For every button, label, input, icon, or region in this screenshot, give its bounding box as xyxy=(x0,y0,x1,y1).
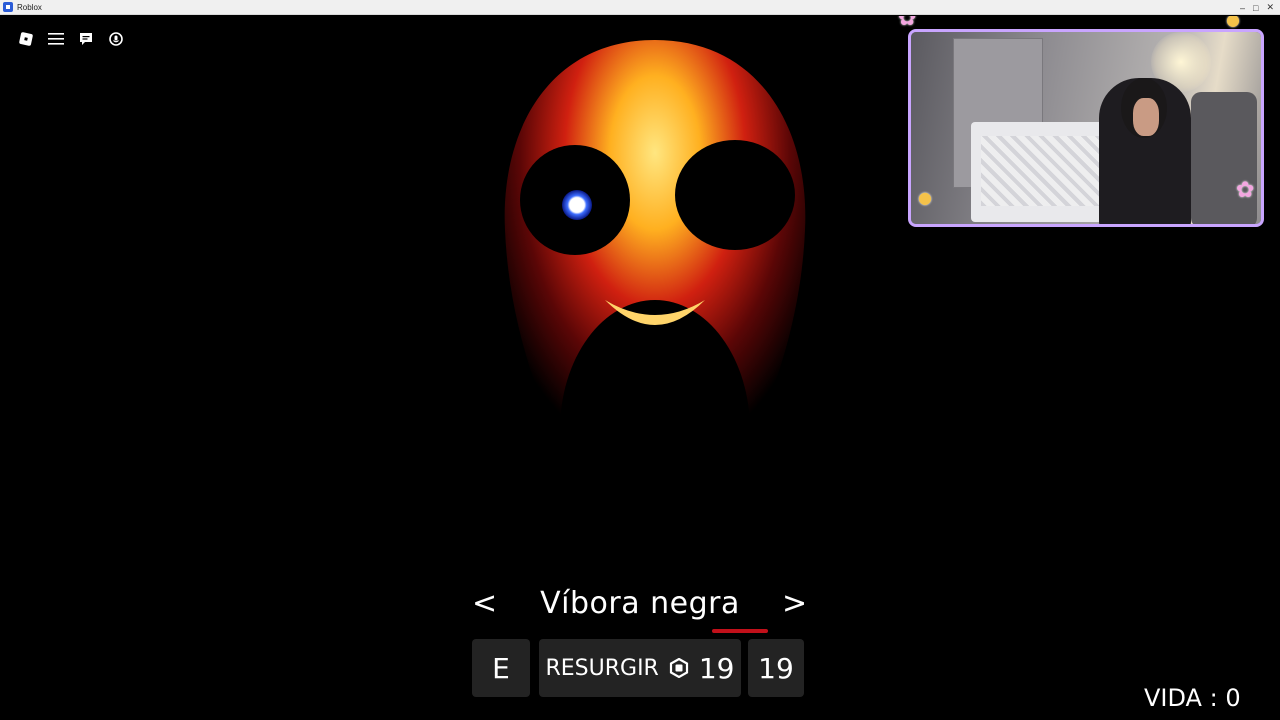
flower-decoration-icon: ✿ xyxy=(898,16,917,31)
previous-character-button[interactable]: < xyxy=(472,586,497,622)
roblox-logo-icon xyxy=(19,32,33,46)
maximize-icon[interactable]: □ xyxy=(1253,3,1258,13)
flower-decoration-icon: ✿ xyxy=(1236,178,1255,203)
bee-decoration-icon: ● xyxy=(918,188,932,207)
selection-underline xyxy=(712,629,768,633)
game-viewport[interactable]: ✿ ✿ ● ● < Víbora negra > E RESURGIR 19 1… xyxy=(0,16,1280,720)
character-name: Víbora negra xyxy=(540,586,740,621)
robux-icon xyxy=(669,657,689,679)
resurgir-price: 19 xyxy=(698,651,735,685)
voice-icon xyxy=(109,32,123,46)
webcam-chair xyxy=(1191,92,1257,224)
bee-decoration-icon: ● xyxy=(1226,16,1240,29)
character-selector: < Víbora negra > xyxy=(0,582,1280,633)
window-controls: – □ ✕ xyxy=(1240,0,1274,15)
next-character-button[interactable]: > xyxy=(782,586,807,622)
resurgir-label: RESURGIR xyxy=(545,655,659,681)
streamer-webcam xyxy=(908,29,1264,227)
webcam-face xyxy=(1133,98,1159,136)
resurgir-button[interactable]: RESURGIR 19 xyxy=(539,639,741,697)
glowing-eye xyxy=(562,190,592,220)
roblox-menu-button[interactable] xyxy=(14,28,38,50)
hamburger-menu-button[interactable] xyxy=(44,28,68,50)
roblox-topbar xyxy=(14,28,128,50)
voice-button[interactable] xyxy=(104,28,128,50)
close-icon[interactable]: ✕ xyxy=(1266,2,1274,13)
window-titlebar: Roblox – □ ✕ xyxy=(0,0,1280,15)
menu-icon xyxy=(48,33,64,45)
vida-counter: VIDA : 0 xyxy=(1144,684,1241,712)
roblox-app-icon xyxy=(3,2,13,12)
chat-icon xyxy=(80,33,92,45)
minimize-icon[interactable]: – xyxy=(1240,3,1245,13)
interact-key-button[interactable]: E xyxy=(472,639,530,697)
count-button[interactable]: 19 xyxy=(748,639,804,697)
monster-face-image xyxy=(504,40,806,560)
window-title: Roblox xyxy=(17,2,42,12)
chat-button[interactable] xyxy=(74,28,98,50)
